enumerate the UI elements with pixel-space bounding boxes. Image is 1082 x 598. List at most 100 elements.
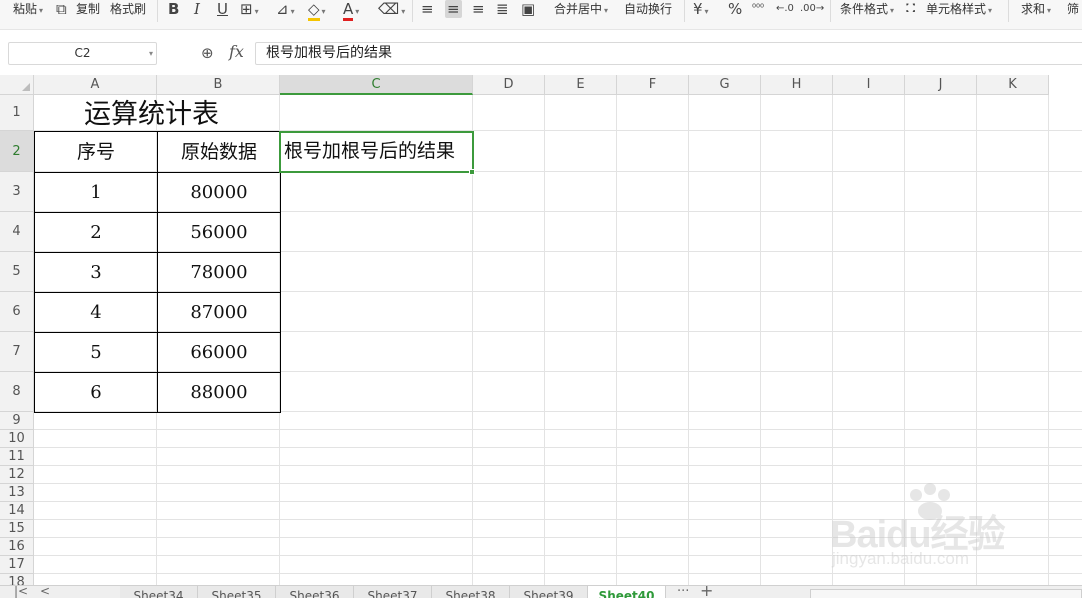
font-color-icon[interactable]: A ▾ [343,0,359,21]
sheet-tab-sheet39[interactable]: Sheet39 [510,586,588,598]
select-all-corner[interactable] [0,75,34,95]
first-sheet-icon[interactable]: |< [14,586,28,598]
row-index-cell[interactable]: 2 [34,212,158,253]
row-index-cell[interactable]: 5 [34,332,158,373]
row-index-cell[interactable]: 1 [34,172,158,213]
merge-center-label: 合并居中 [554,2,603,16]
cell-fill-icon[interactable]: ⊿ ▾ [276,0,295,18]
conditional-format-button[interactable]: 条件格式 ▾ [840,0,894,18]
row-header-3[interactable]: 3 [0,172,34,212]
column-header-g[interactable]: G [689,75,761,95]
merge-center-button[interactable]: 合并居中 ▾ [554,0,608,18]
column-header-a[interactable]: A [34,75,157,95]
underline-icon[interactable]: U [217,0,228,18]
prev-sheet-icon[interactable]: < [40,586,50,598]
row-header-13[interactable]: 13 [0,484,34,502]
name-box[interactable]: C2 ▾ [8,42,157,65]
raw-data-cell[interactable]: 78000 [157,252,281,293]
formula-input[interactable]: 根号加根号后的结果 [255,42,1082,65]
percent-format-button[interactable]: % [728,0,742,18]
sheet-title[interactable]: 运算统计表 [84,98,219,132]
border-icon[interactable]: ⊞ ▾ [240,0,259,18]
italic-icon[interactable]: I [194,0,200,18]
ribbon-toolbar: 粘贴 ▾ ⧉ 复制 格式刷 B I U ⊞ ▾ ⊿ ▾ ◇ ▾ A ▾ ⌫ ▾ ≡ ≡ ≡ … [0,0,1082,30]
name-box-value: C2 [74,46,91,60]
row-header-14[interactable]: 14 [0,502,34,520]
gridline-horizontal [34,483,1082,484]
column-header-h[interactable]: H [761,75,833,95]
row-header-10[interactable]: 10 [0,430,34,448]
sum-button[interactable]: 求和 ▾ [1021,0,1051,18]
add-sheet-icon[interactable]: + [700,586,713,598]
row-header-5[interactable]: 5 [0,252,34,292]
row-index-cell[interactable]: 4 [34,292,158,333]
column-header-j[interactable]: J [905,75,977,95]
column-header-b[interactable]: B [157,75,280,95]
more-sheets-icon[interactable]: ··· [677,586,689,598]
row-header-15[interactable]: 15 [0,520,34,538]
wrap-text-button[interactable]: 自动换行 [624,0,672,18]
row-header-1[interactable]: 1 [0,95,34,131]
toolbar-divider [830,0,831,22]
paste-button[interactable]: 粘贴 ▾ [13,0,43,18]
column-header-e[interactable]: E [545,75,617,95]
gridline-vertical [904,95,905,585]
align-right-icon[interactable]: ≡ [472,0,485,18]
row-header-4[interactable]: 4 [0,212,34,252]
raw-data-cell[interactable]: 80000 [157,172,281,213]
sheet-tab-sheet38[interactable]: Sheet38 [432,586,510,598]
horizontal-scrollbar[interactable] [810,589,1082,598]
decrease-decimal-icon[interactable]: .00→ [800,0,824,18]
column-header-c[interactable]: C [280,75,473,95]
bold-icon[interactable]: B [168,0,179,18]
sheet-tab-sheet35[interactable]: Sheet35 [198,586,276,598]
row-header-11[interactable]: 11 [0,448,34,466]
column-header-d[interactable]: D [473,75,545,95]
copy-button[interactable]: 复制 [76,0,100,18]
row-header-16[interactable]: 16 [0,538,34,556]
row-index-cell[interactable]: 3 [34,252,158,293]
sheet-tab-sheet36[interactable]: Sheet36 [276,586,354,598]
fill-color-icon[interactable]: ◇ ▾ [308,0,326,21]
raw-data-cell[interactable]: 88000 [157,372,281,413]
gridline-horizontal [34,465,1082,466]
table-header-cell[interactable]: 序号 [34,131,158,173]
sheet-tab-sheet37[interactable]: Sheet37 [354,586,432,598]
chevron-down-icon[interactable]: ▾ [149,43,153,64]
column-header-f[interactable]: F [617,75,689,95]
formula-bar: C2 ▾ ⊕ fx 根号加根号后的结果 [0,40,1082,66]
zoom-icon[interactable]: ⊕ [201,44,214,62]
fx-icon[interactable]: fx [229,42,244,61]
clear-format-icon[interactable]: ⌫ ▾ [378,0,405,18]
currency-format-button[interactable]: ¥ ▾ [693,0,709,18]
raw-data-cell[interactable]: 87000 [157,292,281,333]
row-header-7[interactable]: 7 [0,332,34,372]
align-center-icon[interactable]: ≡ [445,0,462,18]
thousands-separator-icon[interactable]: ⁰⁰⁰ [752,0,764,18]
merge-cells-icon[interactable]: ▣ [521,0,535,18]
copy-icon[interactable]: ⧉ [56,0,67,18]
raw-data-cell[interactable]: 66000 [157,332,281,373]
raw-data-cell[interactable]: 56000 [157,212,281,253]
gridline-vertical [976,95,977,585]
filter-button[interactable]: 筛 [1067,0,1079,18]
column-header-k[interactable]: K [977,75,1049,95]
increase-decimal-icon[interactable]: ←.0 [776,0,794,18]
row-header-8[interactable]: 8 [0,372,34,412]
table-header-cell[interactable]: 原始数据 [157,131,281,173]
row-header-17[interactable]: 17 [0,556,34,574]
align-left-icon[interactable]: ≡ [421,0,434,18]
format-painter-button[interactable]: 格式刷 [110,0,146,18]
row-index-cell[interactable]: 6 [34,372,158,413]
column-header-i[interactable]: I [833,75,905,95]
sheet-tab-sheet40[interactable]: Sheet40 [588,586,666,598]
gridline-horizontal [34,429,1082,430]
row-header-12[interactable]: 12 [0,466,34,484]
row-header-6[interactable]: 6 [0,292,34,332]
row-header-9[interactable]: 9 [0,412,34,430]
row-header-2[interactable]: 2 [0,131,34,172]
sheet-tab-sheet34[interactable]: Sheet34 [120,586,198,598]
cell-style-button[interactable]: 单元格样式 ▾ [926,0,992,18]
fill-handle[interactable] [469,169,475,175]
justify-icon[interactable]: ≣ [496,0,509,18]
